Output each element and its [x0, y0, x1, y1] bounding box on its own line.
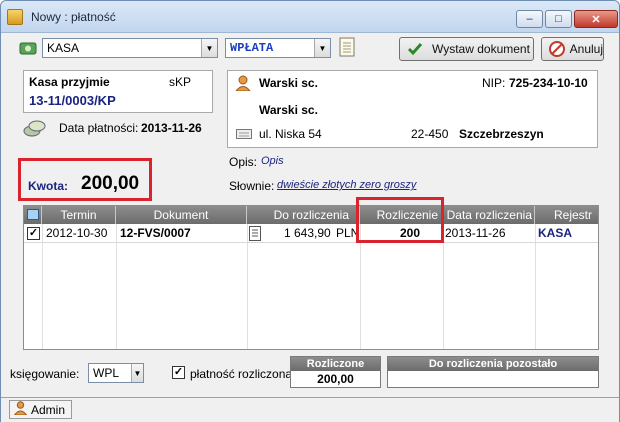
- postal-code: 22-450: [411, 127, 449, 141]
- posting-label: księgowanie:: [10, 367, 80, 381]
- chevron-down-icon[interactable]: ▼: [314, 39, 330, 57]
- col-document[interactable]: Dokument: [116, 206, 247, 224]
- user-indicator[interactable]: Admin: [9, 400, 73, 419]
- settled-highlight: [356, 197, 444, 243]
- remaining-summary-header: Do rozliczenia pozostało: [388, 357, 598, 371]
- col-register[interactable]: Rejestr: [535, 206, 598, 224]
- doc-type-label: sKP: [169, 75, 192, 89]
- settlement-grid: Termin Dokument Do rozliczenia Rozliczen…: [23, 205, 599, 350]
- description-value[interactable]: Opis: [261, 155, 284, 167]
- settled-summary-value: 200,00: [317, 372, 354, 386]
- select-all-header[interactable]: [24, 206, 42, 224]
- cancel-icon: [548, 41, 566, 57]
- minimize-button[interactable]: –: [516, 10, 543, 28]
- description-label: Opis:: [229, 155, 258, 169]
- settled-summary: Rozliczone 200,00: [290, 356, 381, 388]
- keyboard-icon: [236, 128, 252, 143]
- window-title: Nowy : płatność: [31, 10, 116, 24]
- grid-header: Termin Dokument Do rozliczenia Rozliczen…: [24, 206, 598, 224]
- amount-in-words: dwieście złotych zero groszy: [277, 179, 417, 191]
- payment-date-value[interactable]: 2013-11-26: [141, 121, 202, 135]
- app-icon: [7, 9, 23, 25]
- issue-document-label: Wystaw dokument: [432, 42, 530, 56]
- coins-icon: [23, 118, 47, 138]
- posting-select[interactable]: WPL ▼: [88, 363, 144, 383]
- contractor-full-name: Warski sc.: [259, 103, 318, 117]
- col-due[interactable]: Do rozliczenia: [247, 206, 360, 224]
- row-checkbox[interactable]: ✓: [27, 227, 40, 240]
- payment-date-label: Data płatności:: [59, 121, 139, 135]
- row-settle-date: 2013-11-26: [445, 226, 506, 240]
- cash-icon: [19, 40, 37, 56]
- close-button[interactable]: ✕: [574, 10, 618, 28]
- operation-select[interactable]: WPŁATA ▼: [225, 38, 331, 58]
- receipt-panel: Kasa przyjmie sKP 13-11/0003/KP: [23, 70, 213, 113]
- settled-summary-header: Rozliczone: [291, 357, 380, 371]
- row-register: KASA: [538, 226, 573, 240]
- cash-register-select[interactable]: KASA ▼: [42, 38, 218, 58]
- row-term: 2012-10-30: [46, 226, 108, 240]
- grid-icon: [27, 209, 39, 220]
- status-bar: Admin: [1, 397, 619, 422]
- row-document: 12-FVS/0007: [120, 226, 191, 240]
- doc-number: 13-11/0003/KP: [29, 93, 116, 108]
- cancel-label: Anuluj: [569, 42, 603, 56]
- payment-window: Nowy : płatność – □ ✕ KASA ▼ WPŁATA ▼ Wy…: [0, 0, 620, 422]
- posting-value: WPL: [93, 366, 120, 380]
- chevron-down-icon[interactable]: ▼: [131, 364, 143, 382]
- document-icon[interactable]: [249, 226, 261, 245]
- register-receives-label: Kasa przyjmie: [29, 75, 110, 89]
- issue-document-button[interactable]: Wystaw dokument: [399, 37, 534, 61]
- cancel-button[interactable]: Anuluj: [541, 37, 604, 61]
- notepad-icon[interactable]: [338, 36, 356, 58]
- cash-register-value: KASA: [47, 41, 80, 55]
- amount-highlight: [18, 158, 152, 201]
- nip-label: NIP:: [482, 76, 506, 90]
- words-label: Słownie:: [229, 179, 275, 193]
- payment-settled-label: płatność rozliczona: [190, 367, 293, 381]
- city: Szczebrzeszyn: [459, 127, 544, 141]
- person-icon: [234, 75, 252, 94]
- person-icon: [13, 401, 28, 418]
- check-icon: [406, 41, 424, 57]
- remaining-summary: Do rozliczenia pozostało: [387, 356, 599, 388]
- operation-value: WPŁATA: [230, 41, 274, 55]
- col-term[interactable]: Termin: [42, 206, 116, 224]
- table-row[interactable]: ✓ 2012-10-30 12-FVS/0007 1 643,90 PLN 20…: [24, 224, 598, 245]
- chevron-down-icon[interactable]: ▼: [201, 39, 217, 57]
- row-due: 1 643,90: [284, 226, 331, 240]
- street: ul. Niska 54: [259, 127, 322, 141]
- contractor-name: Warski sc.: [259, 76, 318, 90]
- maximize-button[interactable]: □: [545, 10, 572, 28]
- nip-value: 725-234-10-10: [509, 76, 588, 90]
- user-name: Admin: [31, 402, 66, 417]
- title-bar: Nowy : płatność – □ ✕: [1, 1, 619, 33]
- contractor-panel: Warski sc. NIP: 725-234-10-10 Warski sc.…: [227, 70, 598, 148]
- col-settle-date[interactable]: Data rozliczenia: [443, 206, 535, 224]
- payment-settled-checkbox[interactable]: ✓: [172, 366, 185, 379]
